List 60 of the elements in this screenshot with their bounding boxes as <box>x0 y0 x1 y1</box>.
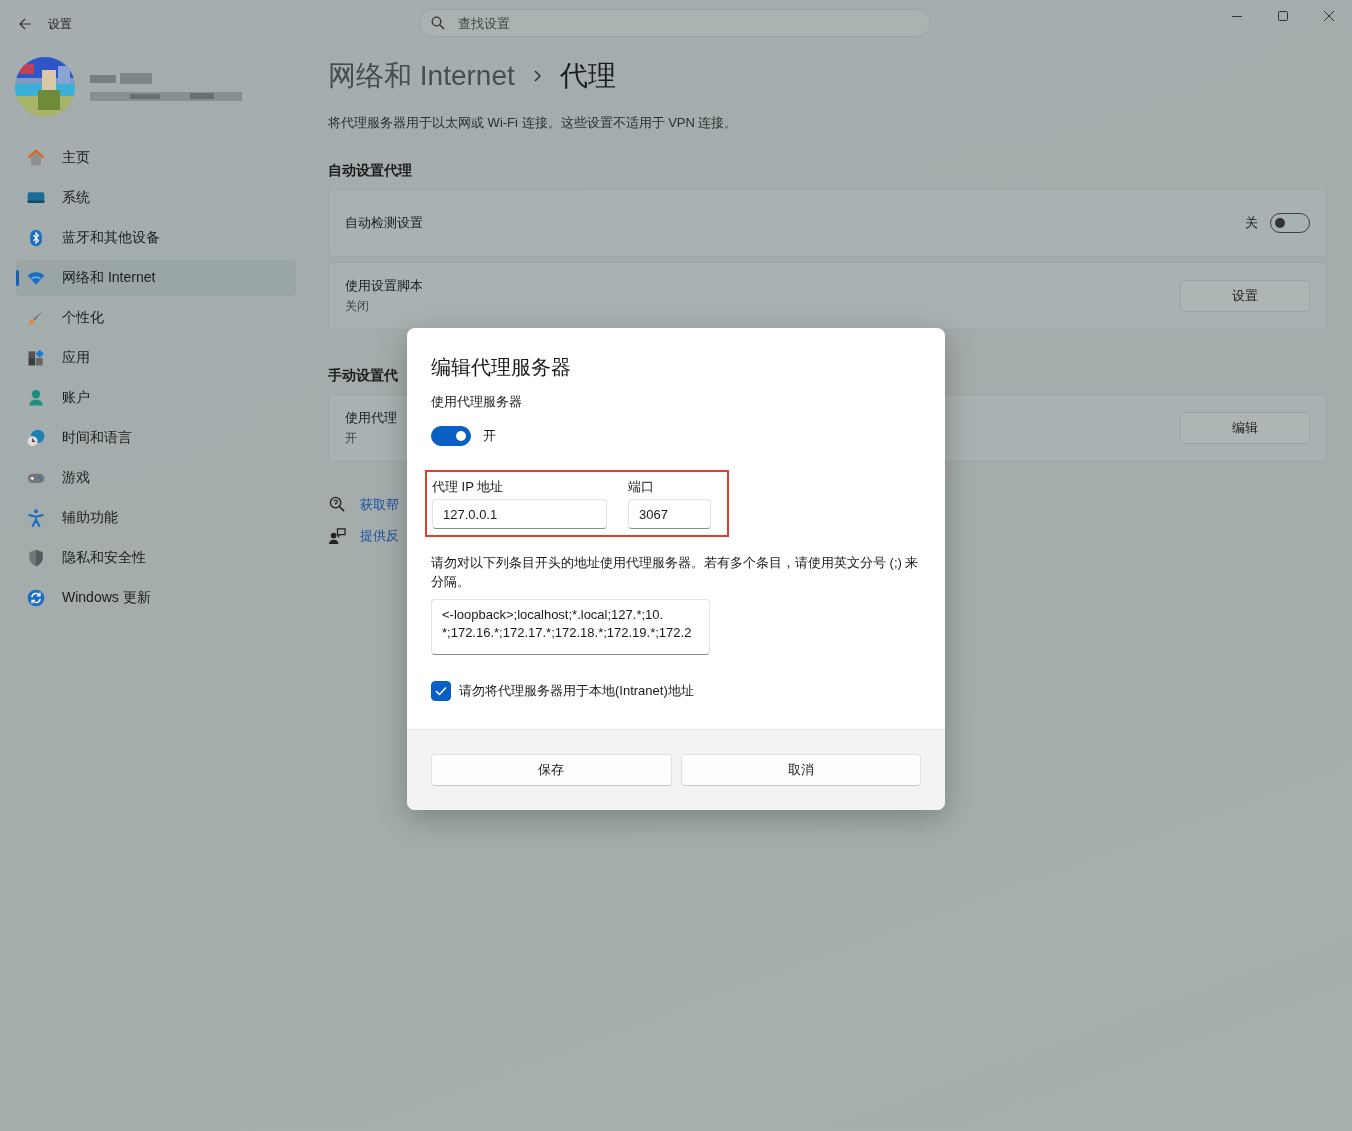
nav-item[interactable]: 时间和语言 <box>16 420 296 456</box>
setting-button[interactable]: 设置 <box>1180 280 1310 312</box>
toggle-state: 开 <box>483 427 496 445</box>
section-heading: 自动设置代理 <box>328 162 412 180</box>
nav-item[interactable]: 网络和 Internet <box>16 260 296 296</box>
nav-item[interactable]: 应用 <box>16 340 296 376</box>
help-link[interactable]: 提供反 <box>360 527 399 545</box>
globe-clock-icon <box>26 428 46 448</box>
nav-item[interactable]: 主页 <box>16 140 296 176</box>
maximize-icon <box>1278 11 1288 21</box>
dialog-button[interactable]: 取消 <box>680 754 921 786</box>
nav-item[interactable]: Windows 更新 <box>16 580 296 616</box>
page-description: 将代理服务器用于以太网或 Wi-Fi 连接。这些设置不适用于 VPN 连接。 <box>328 114 739 132</box>
setting-status: 开 <box>345 430 358 447</box>
close-icon <box>1324 11 1334 21</box>
chevron-icon <box>532 70 542 82</box>
nav-item[interactable]: 蓝牙和其他设备 <box>16 220 296 256</box>
accessibility-icon <box>26 508 46 528</box>
search-icon <box>431 16 445 30</box>
search-field[interactable]: 查找设置 <box>419 9 931 37</box>
field-label: 代理 IP 地址 <box>432 478 505 496</box>
blurred-name-drawing <box>90 73 152 85</box>
toggle-label: 使用代理服务器 <box>431 393 523 411</box>
exceptions-field[interactable]: <-loopback>;localhost;*.local;127.*;10. *;172.16.*;172.17.*;172.18.*;172.19.*;172.2 <box>431 599 710 655</box>
home-icon <box>26 148 46 168</box>
checkbox[interactable] <box>431 681 451 701</box>
setting-status: 关闭 <box>345 298 370 315</box>
window-title: 设置 <box>48 15 72 33</box>
toggle-switch[interactable] <box>431 426 471 446</box>
dialog-button[interactable]: 保存 <box>431 754 672 786</box>
shield-icon <box>26 548 46 568</box>
person-icon <box>26 388 46 408</box>
dialog-title: 编辑代理服务器 <box>431 355 572 380</box>
nav-item[interactable]: 个性化 <box>16 300 296 336</box>
sync-icon <box>26 588 46 608</box>
section-heading: 手动设置代 <box>328 367 398 385</box>
toggle-state: 关 <box>1245 214 1258 232</box>
apps-icon <box>26 348 46 368</box>
help-icon <box>328 496 346 514</box>
nav-item[interactable]: 游戏 <box>16 460 296 496</box>
setting-title: 使用代理 <box>345 409 397 427</box>
setting-title: 使用设置脚本 <box>345 277 423 295</box>
help-link[interactable]: 获取帮 <box>360 496 399 514</box>
nav-item[interactable]: 系统 <box>16 180 296 216</box>
port-field[interactable]: 3067 <box>628 499 711 529</box>
checkbox-label: 请勿将代理服务器用于本地(Intranet)地址 <box>459 682 694 700</box>
nav-item[interactable]: 隐私和安全性 <box>16 540 296 576</box>
nav-item[interactable]: 辅助功能 <box>16 500 296 536</box>
breadcrumb-link[interactable]: 网络和 Internet <box>328 57 515 95</box>
field-label: 端口 <box>628 478 655 496</box>
checkmark-icon <box>435 686 447 696</box>
exceptions-description: 请勿对以下列条目开头的地址使用代理服务器。若有多个条目，请使用英文分号 (;) 来分隔。 <box>431 554 920 591</box>
nav-item[interactable]: 账户 <box>16 380 296 416</box>
setting-title: 自动检测设置 <box>345 214 423 232</box>
paintbrush-icon <box>26 308 46 328</box>
address-field[interactable]: 127.0.0.1 <box>432 499 607 529</box>
setting-button[interactable]: 编辑 <box>1180 412 1310 444</box>
page-title: 代理 <box>559 59 616 93</box>
back-arrow-icon <box>18 17 32 31</box>
feedback-icon <box>328 527 346 545</box>
